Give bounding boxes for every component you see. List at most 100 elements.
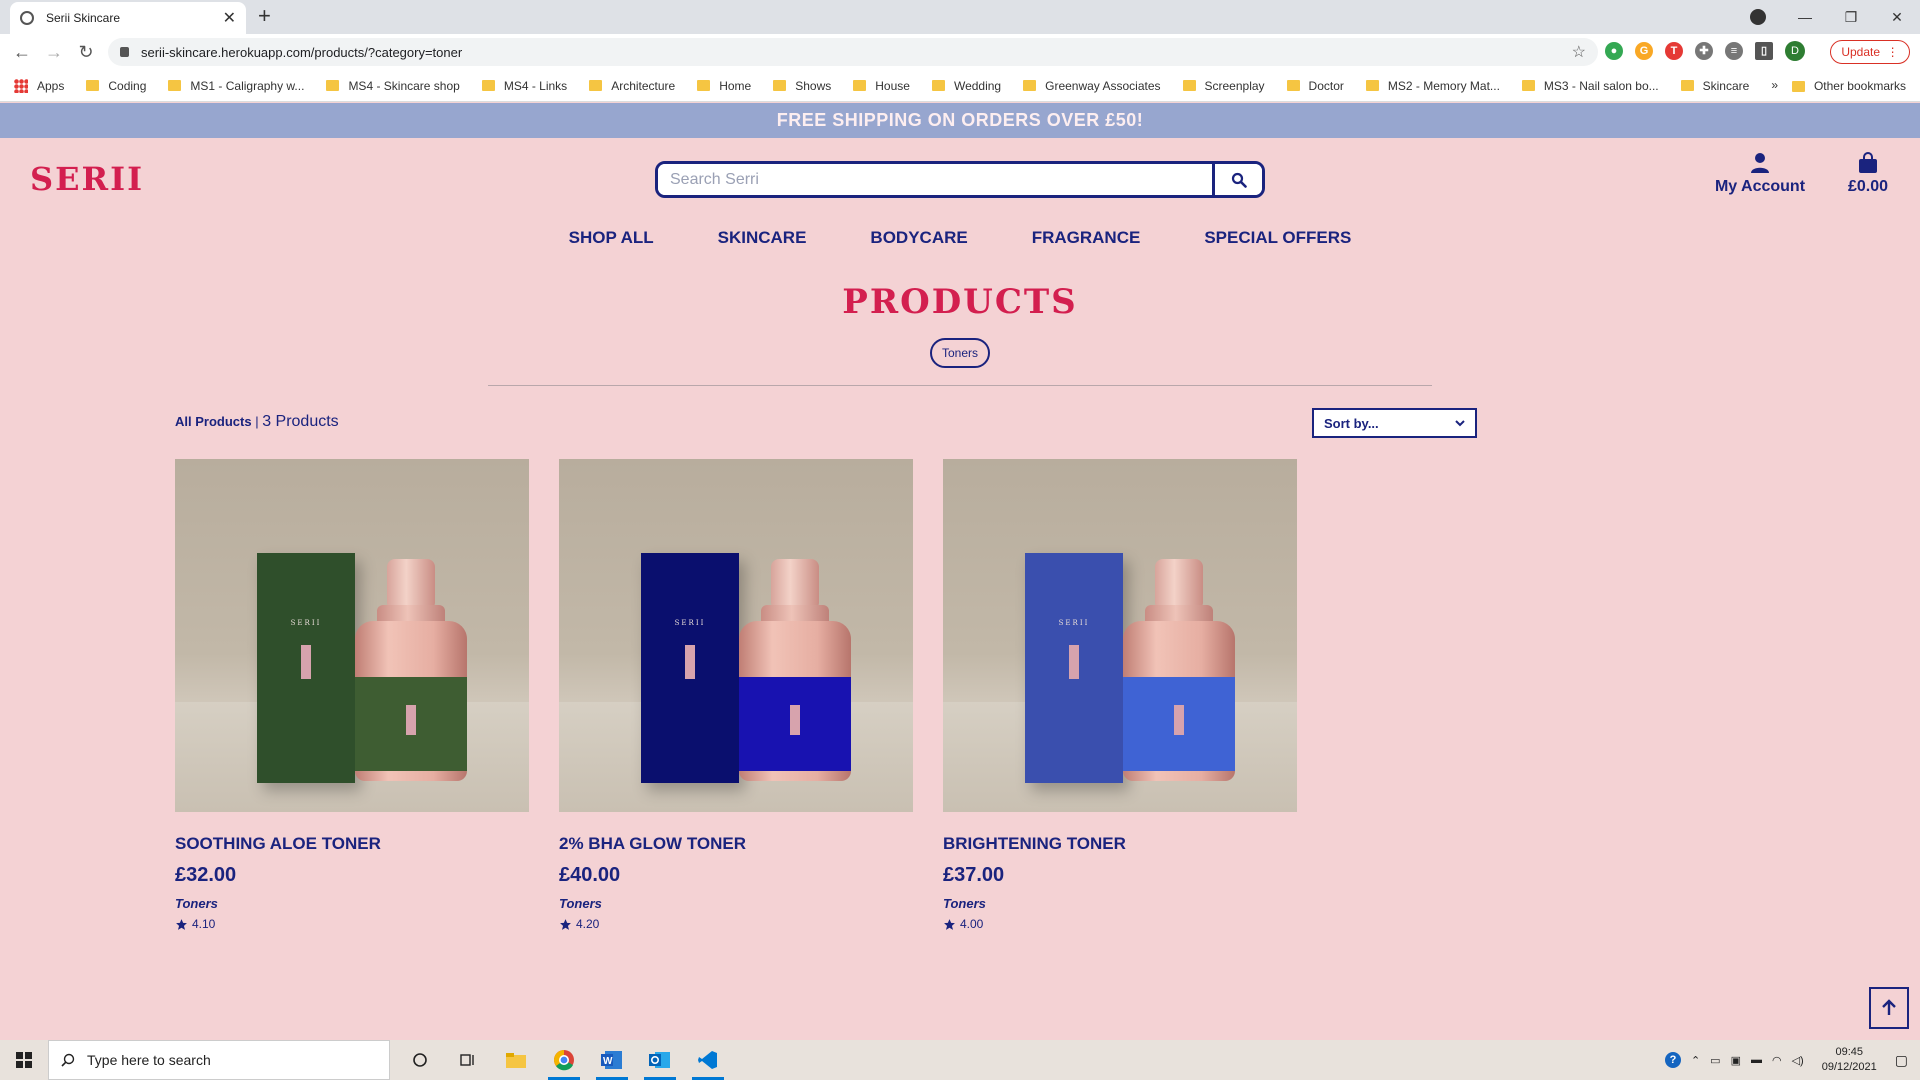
nav-fragrance[interactable]: FRAGRANCE [1000, 228, 1173, 248]
bookmark-item[interactable]: Screenplay [1182, 79, 1265, 93]
star-icon [944, 918, 955, 930]
bookmarks-overflow-button[interactable]: » [1771, 78, 1778, 92]
category-badge-toners[interactable]: Toners [930, 338, 990, 368]
tab-search-icon[interactable] [1750, 9, 1766, 25]
clock-date: 09/12/2021 [1821, 1061, 1877, 1073]
chrome-icon[interactable] [540, 1040, 588, 1080]
product-image[interactable]: SERII [175, 459, 529, 812]
nav-shop-all[interactable]: SHOP ALL [537, 228, 686, 248]
site-logo[interactable]: SERII [30, 160, 144, 198]
extension-g-icon[interactable]: G [1635, 42, 1653, 60]
my-account-link[interactable]: My Account [1710, 152, 1810, 196]
box-brand: SERII [674, 619, 706, 627]
meet-now-icon[interactable]: ▭ [1710, 1054, 1720, 1067]
display-icon[interactable]: ▣ [1731, 1054, 1741, 1067]
profile-avatar[interactable]: D [1785, 41, 1805, 61]
bookmark-item[interactable]: MS4 - Links [481, 79, 567, 93]
close-window-button[interactable]: ✕ [1874, 9, 1920, 26]
reading-list-icon[interactable]: ≡ [1725, 42, 1743, 60]
url-text[interactable]: serii-skincare.herokuapp.com/products/?c… [141, 45, 1572, 60]
product-name[interactable]: SOOTHING ALOE TONER [175, 834, 529, 854]
product-name[interactable]: BRIGHTENING TONER [943, 834, 1297, 854]
bookmark-item[interactable]: House [853, 79, 910, 93]
search-icon [1231, 172, 1247, 188]
bookmark-item[interactable]: Shows [773, 79, 831, 93]
update-button[interactable]: Update ⋮ [1830, 40, 1910, 64]
reload-button[interactable]: ↻ [70, 42, 102, 63]
help-icon[interactable]: ? [1664, 1052, 1681, 1068]
product-image[interactable]: SERII [559, 459, 913, 812]
folder-icon [1680, 80, 1694, 91]
cortana-icon[interactable] [396, 1040, 444, 1080]
product-category-link[interactable]: Toners [175, 896, 529, 911]
nav-special-offers[interactable]: SPECIAL OFFERS [1172, 228, 1383, 248]
product-box: SERII [641, 553, 739, 783]
bottle-label [355, 677, 467, 771]
forward-button[interactable]: → [38, 42, 70, 63]
bookmark-apps[interactable]: Apps [14, 78, 64, 93]
search-button[interactable] [1212, 164, 1262, 195]
taskbar-clock[interactable]: 09:45 09/12/2021 [1822, 1045, 1877, 1075]
bookmark-item[interactable]: MS2 - Memory Mat... [1365, 79, 1500, 93]
close-icon[interactable]: ✕ [223, 8, 236, 28]
bookmark-item[interactable]: MS3 - Nail salon bo... [1521, 79, 1659, 93]
bookmark-item[interactable]: Coding [86, 79, 146, 93]
wifi-icon[interactable]: ◠ [1772, 1054, 1782, 1067]
nav-bodycare[interactable]: BODYCARE [838, 228, 999, 248]
taskbar-search[interactable]: Type here to search [48, 1040, 390, 1080]
product-rating: 4.20 [559, 917, 913, 931]
puzzle-icon[interactable]: ✚ [1695, 42, 1713, 60]
back-button[interactable]: ← [6, 42, 38, 63]
vscode-icon[interactable] [684, 1040, 732, 1080]
bottle-cap [1155, 559, 1203, 607]
extension-green-icon[interactable]: ● [1605, 42, 1623, 60]
bookmark-item[interactable]: Greenway Associates [1023, 79, 1161, 93]
bottle-body [739, 621, 851, 781]
bookmark-star-icon[interactable]: ☆ [1572, 42, 1586, 62]
start-button[interactable] [0, 1040, 48, 1080]
other-bookmarks[interactable]: Other bookmarks [1791, 79, 1906, 93]
new-tab-button[interactable]: + [258, 3, 271, 29]
bookmark-item[interactable]: Skincare [1680, 79, 1749, 93]
product-image[interactable]: SERII [943, 459, 1297, 812]
volume-icon[interactable]: ◁) [1792, 1054, 1804, 1067]
bookmark-item[interactable]: MS4 - Skincare shop [326, 79, 460, 93]
address-bar[interactable]: serii-skincare.herokuapp.com/products/?c… [108, 38, 1598, 66]
sort-select[interactable]: Sort by... [1312, 408, 1477, 438]
minimize-button[interactable]: — [1782, 9, 1828, 25]
search-input[interactable] [658, 164, 1212, 195]
box-mark [685, 645, 695, 679]
word-icon[interactable]: W [588, 1040, 636, 1080]
product-name[interactable]: 2% BHA GLOW TONER [559, 834, 913, 854]
task-view-icon[interactable] [444, 1040, 492, 1080]
outlook-icon[interactable] [636, 1040, 684, 1080]
notifications-icon[interactable]: ▢ [1895, 1052, 1908, 1069]
bookmark-item[interactable]: Wedding [931, 79, 1001, 93]
folder-icon [168, 80, 182, 91]
restore-button[interactable]: ❐ [1828, 9, 1874, 26]
product-category-link[interactable]: Toners [943, 896, 1297, 911]
bookmark-label: Coding [108, 78, 147, 93]
browser-tab[interactable]: Serii Skincare ✕ [10, 2, 246, 34]
divider [488, 385, 1432, 386]
bookmark-item[interactable]: Home [697, 79, 751, 93]
side-panel-icon[interactable]: ▯ [1755, 42, 1773, 60]
shopping-bag-link[interactable]: £0.00 [1840, 152, 1896, 196]
bottle-body [355, 621, 467, 781]
windows-taskbar: Type here to search W ? ⌃ ▭ ▣ ▬ ◠ ◁) 09:… [0, 1040, 1920, 1080]
bookmark-item[interactable]: Doctor [1286, 79, 1344, 93]
product-card: SERII SOOTHING ALOE TONER £32.00 Toners … [175, 459, 529, 931]
file-explorer-icon[interactable] [492, 1040, 540, 1080]
extension-tp-icon[interactable]: T [1665, 42, 1683, 60]
bookmark-item[interactable]: MS1 - Caligraphy w... [168, 79, 304, 93]
bookmark-item[interactable]: Architecture [589, 79, 675, 93]
back-to-top-button[interactable] [1869, 987, 1909, 1029]
battery-icon[interactable]: ▬ [1751, 1054, 1762, 1066]
product-category-link[interactable]: Toners [559, 896, 913, 911]
all-products-link[interactable]: All Products [175, 414, 252, 429]
nav-skincare[interactable]: SKINCARE [686, 228, 839, 248]
chevron-up-icon[interactable]: ⌃ [1691, 1054, 1700, 1067]
product-box: SERII [257, 553, 355, 783]
product-grid: SERII SOOTHING ALOE TONER £32.00 Toners … [175, 459, 1297, 931]
free-shipping-banner: FREE SHIPPING ON ORDERS OVER £50! [0, 103, 1920, 138]
